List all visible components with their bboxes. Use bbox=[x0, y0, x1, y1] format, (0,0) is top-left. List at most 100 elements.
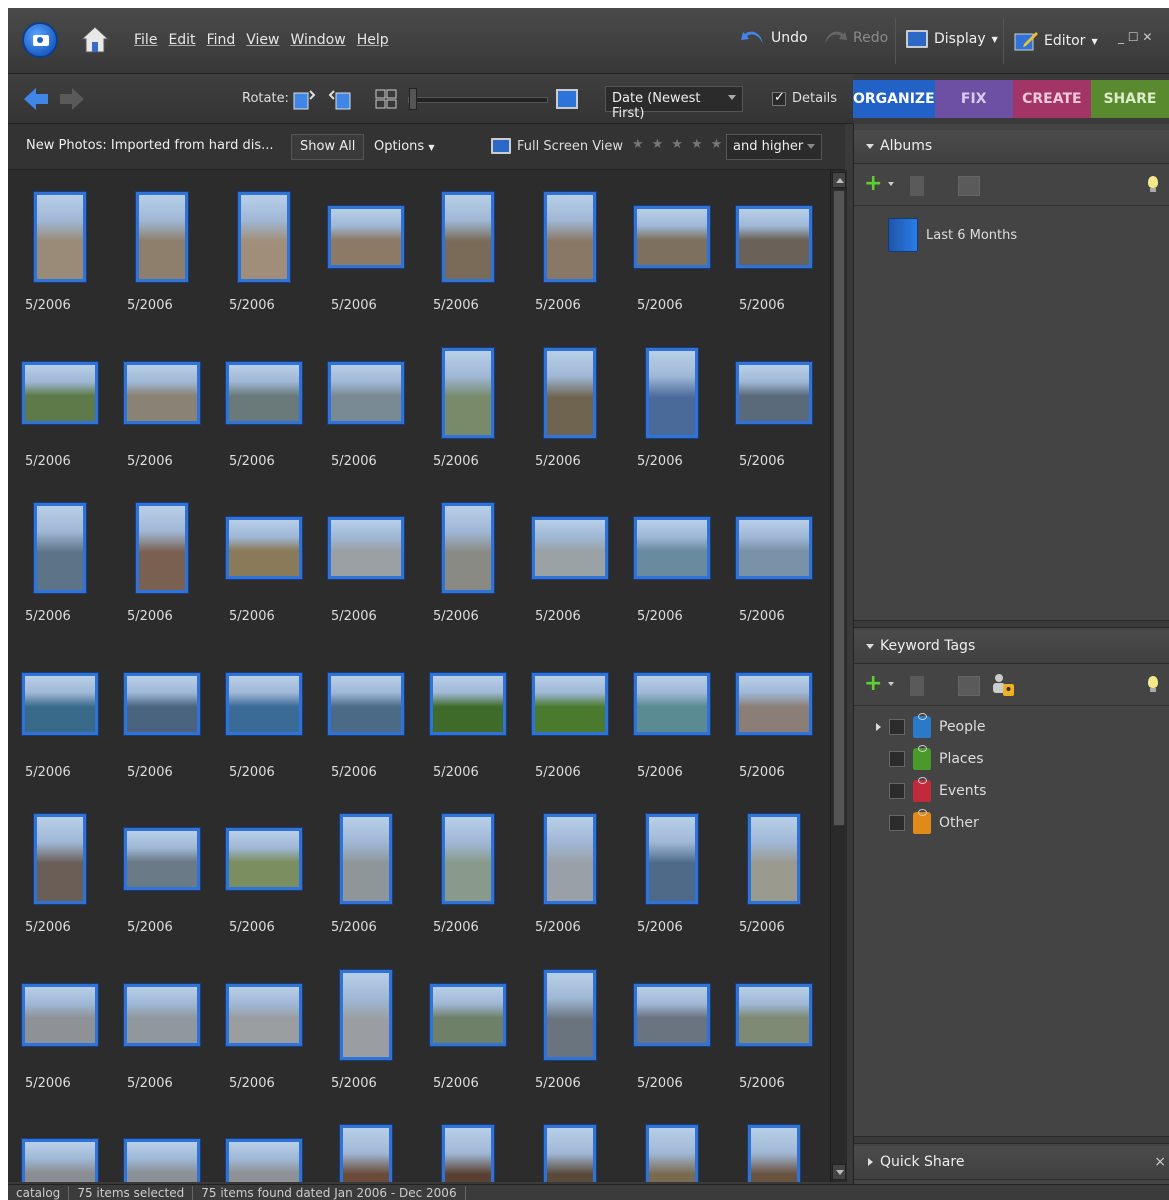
chevron-down-icon[interactable] bbox=[888, 682, 894, 686]
photo-thumbnail[interactable]: 5/2006 bbox=[722, 1103, 824, 1182]
thumbnail-image[interactable] bbox=[340, 1125, 392, 1182]
photo-thumbnail[interactable]: 5/2006 bbox=[518, 170, 620, 325]
thumbnail-image[interactable] bbox=[124, 672, 200, 735]
photo-thumbnail[interactable]: 5/2006 bbox=[620, 637, 722, 792]
thumbnail-image[interactable] bbox=[136, 192, 188, 282]
tab-fix[interactable]: FIX bbox=[934, 80, 1013, 118]
app-logo-icon[interactable] bbox=[22, 22, 58, 58]
photo-thumbnail[interactable]: 5/2006 bbox=[110, 637, 212, 792]
thumbnail-image[interactable] bbox=[226, 828, 302, 890]
delete-album-icon[interactable] bbox=[910, 176, 924, 196]
photo-thumbnail[interactable]: 5/2006 bbox=[620, 948, 722, 1103]
photo-thumbnail[interactable]: 5/2006 bbox=[212, 1103, 314, 1182]
thumbnail-image[interactable] bbox=[430, 983, 506, 1046]
thumbnail-image[interactable] bbox=[544, 969, 596, 1060]
photo-thumbnail[interactable]: 5/2006 bbox=[110, 948, 212, 1103]
menu-find[interactable]: Find bbox=[205, 32, 245, 48]
photo-thumbnail[interactable]: 5/2006 bbox=[314, 481, 416, 636]
thumbnail-image[interactable] bbox=[736, 517, 812, 579]
photo-thumbnail[interactable]: 5/2006 bbox=[416, 326, 518, 481]
home-icon[interactable] bbox=[80, 24, 110, 56]
thumbnail-image[interactable] bbox=[226, 1139, 302, 1182]
thumbnail-image[interactable] bbox=[736, 361, 812, 424]
thumbnail-image[interactable] bbox=[226, 517, 302, 579]
menu-help[interactable]: Help bbox=[355, 32, 398, 48]
star-rating-filter[interactable]: ★★★★★ bbox=[632, 137, 730, 152]
thumbnail-image[interactable] bbox=[544, 192, 596, 282]
thumbnail-image[interactable] bbox=[442, 347, 494, 438]
thumbnail-image[interactable] bbox=[328, 517, 404, 579]
menu-edit[interactable]: Edit bbox=[166, 32, 204, 48]
thumbnail-image[interactable] bbox=[646, 347, 698, 438]
panel-splitter[interactable] bbox=[854, 620, 1169, 628]
photo-thumbnail[interactable]: 5/2006 bbox=[722, 637, 824, 792]
thumbnail-image[interactable] bbox=[136, 503, 188, 593]
menu-window[interactable]: Window bbox=[288, 32, 354, 48]
thumbnail-image[interactable] bbox=[736, 983, 812, 1046]
thumbnail-image[interactable] bbox=[748, 1125, 800, 1182]
add-album-icon[interactable]: + bbox=[864, 173, 882, 195]
thumbnail-image[interactable] bbox=[328, 361, 404, 424]
thumbnail-image[interactable] bbox=[226, 361, 302, 424]
tab-share[interactable]: SHARE bbox=[1090, 80, 1169, 118]
keyword-tag-other[interactable]: Other bbox=[876, 809, 979, 834]
thumbnail-image[interactable] bbox=[328, 672, 404, 735]
back-arrow-icon[interactable] bbox=[24, 88, 50, 110]
thumbnail-image[interactable] bbox=[22, 361, 98, 424]
quick-share-header[interactable]: Quick Share × bbox=[854, 1146, 1169, 1180]
menu-view[interactable]: View bbox=[244, 32, 288, 48]
thumbnail-size-slider[interactable] bbox=[408, 97, 548, 103]
photo-thumbnail[interactable]: 5/2006 bbox=[8, 170, 110, 325]
panel-splitter[interactable] bbox=[854, 1136, 1169, 1144]
thumbnail-image[interactable] bbox=[124, 828, 200, 890]
tab-organize[interactable]: ORGANIZE bbox=[853, 80, 935, 118]
editor-button[interactable]: Editor ▼ bbox=[1014, 30, 1098, 52]
photo-thumbnail[interactable]: 5/2006 bbox=[416, 1103, 518, 1182]
thumbnail-image[interactable] bbox=[328, 206, 404, 268]
thumbnail-image[interactable] bbox=[544, 814, 596, 904]
rating-comparison-select[interactable]: and higher bbox=[726, 134, 822, 160]
scroll-up-button[interactable] bbox=[832, 172, 846, 188]
photo-thumbnail[interactable]: 5/2006 bbox=[8, 1103, 110, 1182]
tag-checkbox[interactable] bbox=[889, 783, 905, 799]
details-checkbox[interactable]: Details bbox=[772, 90, 837, 106]
keyword-tag-places[interactable]: Places bbox=[876, 745, 984, 770]
photo-thumbnail[interactable]: 5/2006 bbox=[620, 792, 722, 947]
photo-thumbnail[interactable]: 5/2006 bbox=[416, 637, 518, 792]
thumbnail-image[interactable] bbox=[634, 517, 710, 579]
lightbulb-icon[interactable] bbox=[1148, 176, 1158, 192]
options-menu[interactable]: Options ▼ bbox=[374, 139, 434, 154]
photo-thumbnail[interactable]: 5/2006 bbox=[110, 326, 212, 481]
undo-button[interactable]: Undo bbox=[741, 30, 808, 46]
photo-thumbnail[interactable]: 5/2006 bbox=[212, 170, 314, 325]
photo-thumbnail[interactable]: 5/2006 bbox=[722, 170, 824, 325]
photo-thumbnail[interactable]: 5/2006 bbox=[110, 1103, 212, 1182]
thumbnail-image[interactable] bbox=[634, 672, 710, 735]
thumbnail-image[interactable] bbox=[430, 672, 506, 735]
photo-thumbnail[interactable]: 5/2006 bbox=[416, 170, 518, 325]
add-tag-icon[interactable]: + bbox=[864, 673, 882, 695]
photo-thumbnail[interactable]: 5/2006 bbox=[212, 326, 314, 481]
large-thumbnail-icon[interactable] bbox=[555, 87, 579, 111]
thumbnail-image[interactable] bbox=[532, 672, 608, 735]
photo-thumbnail[interactable]: 5/2006 bbox=[518, 948, 620, 1103]
thumbnail-image[interactable] bbox=[442, 503, 494, 593]
photo-thumbnail[interactable]: 5/2006 bbox=[416, 792, 518, 947]
tag-checkbox[interactable] bbox=[889, 751, 905, 767]
photo-thumbnail[interactable]: 5/2006 bbox=[416, 948, 518, 1103]
album-last-6-months[interactable]: Last 6 Months bbox=[888, 218, 1017, 252]
photo-thumbnail[interactable]: 5/2006 bbox=[8, 481, 110, 636]
thumbnail-image[interactable] bbox=[22, 1139, 98, 1182]
photo-thumbnail[interactable]: 5/2006 bbox=[212, 481, 314, 636]
photo-thumbnail[interactable]: 5/2006 bbox=[416, 481, 518, 636]
photo-thumbnail[interactable]: 5/2006 bbox=[212, 948, 314, 1103]
photo-grid[interactable]: 5/2006 5/2006 5/2006 5/2006 5/2006 5/2006 5/20… bbox=[8, 170, 830, 1182]
redo-button[interactable]: Redo bbox=[823, 30, 888, 46]
photo-thumbnail[interactable]: 5/2006 bbox=[314, 792, 416, 947]
photo-thumbnail[interactable]: 5/2006 bbox=[722, 792, 824, 947]
thumbnail-image[interactable] bbox=[442, 814, 494, 904]
edit-album-icon[interactable] bbox=[958, 176, 980, 196]
photo-thumbnail[interactable]: 5/2006 bbox=[722, 948, 824, 1103]
expand-triangle-icon[interactable] bbox=[876, 723, 881, 731]
thumbnail-image[interactable] bbox=[442, 192, 494, 282]
